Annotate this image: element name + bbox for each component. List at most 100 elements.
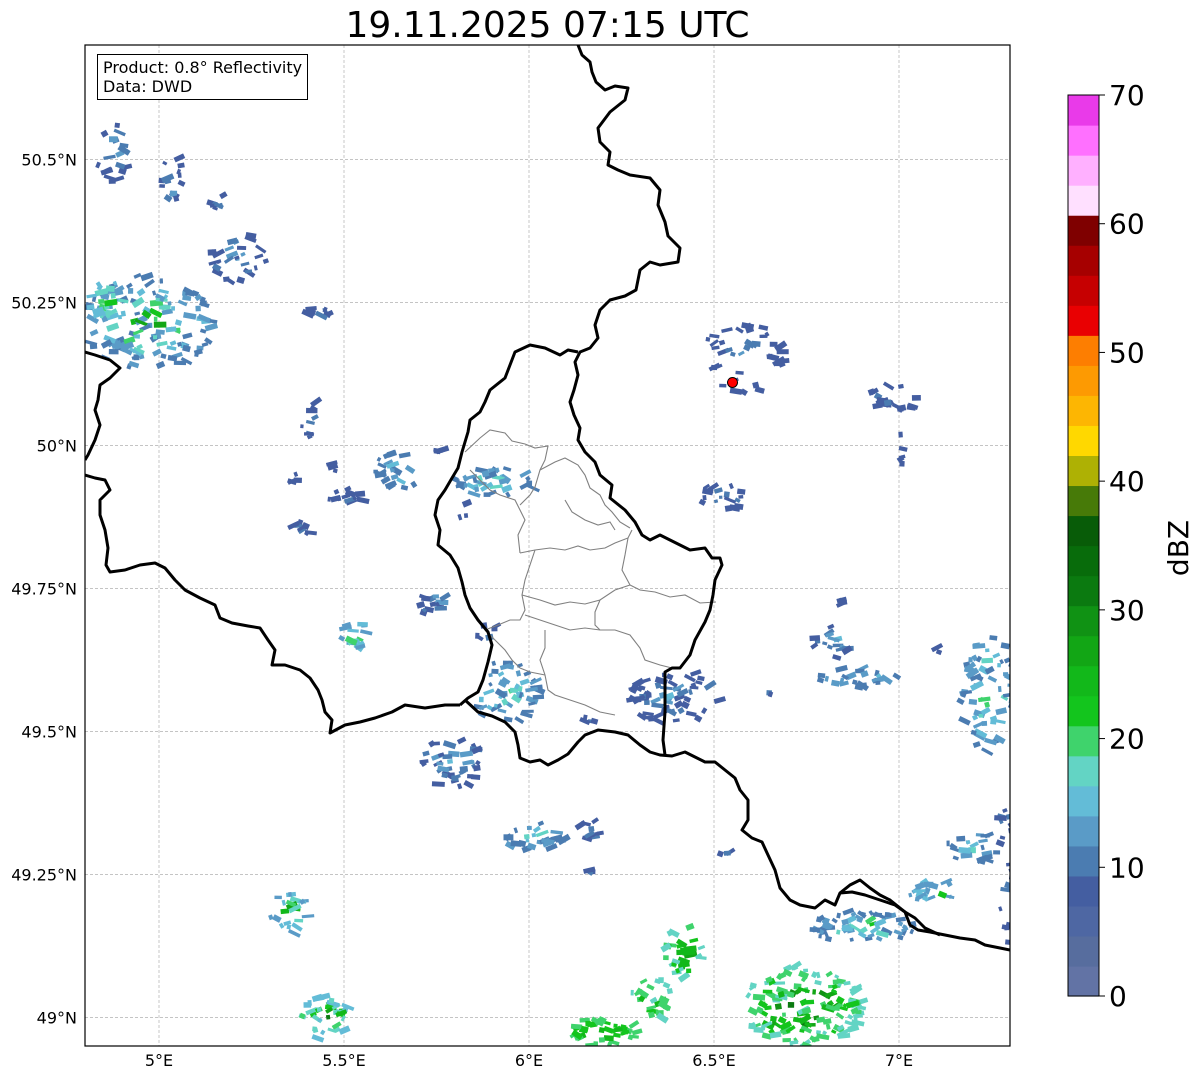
echo-cell — [128, 288, 134, 294]
echo-cell — [802, 999, 815, 1005]
colorbar-segment — [1068, 365, 1099, 396]
colorbar-tick-label: 60 — [1109, 208, 1145, 241]
radar-site-marker[interactable] — [727, 376, 738, 388]
echo-cell — [432, 594, 439, 599]
colorbar-segment — [1068, 815, 1099, 847]
echo-cell — [723, 491, 730, 498]
echo-cell — [686, 968, 692, 974]
colorbar-segment — [1068, 965, 1099, 997]
echo-cell — [968, 657, 973, 663]
echo-cell — [723, 850, 731, 856]
radar-map-figure: 5°E 5.5°E 6°E 6.5°E 7°E 50.5°N 50.25°N 50°N 49.7… — [11, 44, 1195, 1070]
product-text: Product: 0.8° Reflectivity — [103, 58, 303, 77]
colorbar-tick-label: 20 — [1109, 723, 1145, 756]
lon-tick-label: 6.5°E — [692, 1051, 736, 1070]
colorbar-segment — [1068, 245, 1099, 276]
echo-cell — [736, 488, 746, 495]
colorbar-segment — [1068, 605, 1099, 637]
colorbar-segment — [1068, 515, 1099, 547]
echo-cell — [782, 1012, 786, 1017]
echo-cell — [1009, 877, 1010, 886]
echo-cell — [769, 341, 778, 347]
echo-cell — [521, 709, 534, 713]
echo-cell — [787, 1001, 795, 1008]
echo-cell — [77, 324, 83, 329]
echo-cell — [776, 349, 789, 355]
colorbar-segment — [1068, 275, 1099, 306]
colorbar-segment — [1068, 725, 1099, 757]
echo-cell — [1012, 891, 1021, 897]
colorbar-tick-label: 40 — [1109, 465, 1145, 498]
echo-cell — [603, 1035, 614, 1042]
colorbar-segment — [1068, 845, 1099, 877]
echo-cell — [491, 668, 499, 674]
echo-cell — [1004, 939, 1010, 946]
colorbar-segment — [1068, 695, 1099, 727]
echo-cell — [325, 1014, 331, 1020]
echo-cell — [207, 249, 217, 256]
echo-cell — [307, 999, 312, 1006]
colorbar-tick-label: 50 — [1109, 336, 1145, 369]
echo-cell — [994, 815, 1007, 821]
echo-cell — [738, 494, 744, 499]
colorbar-segment — [1068, 485, 1099, 517]
lat-tick-label: 50.25°N — [11, 293, 77, 312]
echo-cell — [803, 968, 809, 973]
echo-cell — [818, 934, 822, 939]
echo-cell — [1011, 711, 1021, 718]
echo-cell — [195, 305, 201, 312]
echo-cell — [463, 482, 468, 488]
echo-cell — [294, 918, 304, 923]
echo-cell — [570, 1023, 583, 1030]
echo-cell — [898, 431, 903, 438]
echo-cell — [312, 1026, 317, 1032]
echo-cell — [981, 657, 994, 664]
echo-cell — [1012, 696, 1019, 702]
echo-cell — [809, 635, 821, 642]
echo-cell — [493, 703, 498, 708]
echo-cell — [327, 496, 332, 502]
echo-cell — [300, 424, 304, 429]
echo-cell — [274, 895, 282, 900]
echo-cell — [526, 825, 532, 830]
echo-cell — [997, 686, 1002, 693]
colorbar-segment — [1068, 125, 1099, 156]
echo-cell — [110, 292, 116, 299]
echo-cell — [911, 394, 921, 401]
echo-cell — [316, 1007, 322, 1012]
lat-tick-label: 49.75°N — [11, 579, 77, 598]
echo-cell — [109, 136, 118, 143]
echo-cell — [293, 477, 302, 483]
colorbar-segment — [1068, 455, 1099, 487]
echo-cell — [774, 1003, 782, 1010]
echo-cell — [1012, 712, 1017, 717]
data-source-text: Data: DWD — [103, 77, 193, 96]
colorbar-segment — [1068, 875, 1099, 907]
colorbar-segment — [1068, 575, 1099, 607]
echo-cell — [719, 383, 727, 388]
echo-cell — [630, 989, 634, 996]
echo-cell — [884, 912, 892, 918]
echo-cell — [463, 513, 469, 518]
colorbar-segment — [1068, 215, 1099, 246]
colorbar-tick-label: 30 — [1109, 594, 1145, 627]
echo-cell — [981, 720, 988, 726]
echo-cell — [719, 495, 723, 499]
echo-cell — [680, 947, 687, 954]
echo-cell — [883, 399, 892, 407]
echo-cell — [1008, 697, 1010, 704]
echo-cell — [114, 122, 121, 129]
echo-cell — [159, 184, 165, 188]
echo-cell — [646, 692, 652, 698]
colorbar-segment — [1068, 305, 1099, 336]
echo-cell — [705, 336, 711, 342]
echo-cell — [968, 698, 978, 706]
echo-cell — [958, 847, 971, 854]
echo-cell — [989, 635, 998, 641]
echo-cell — [105, 285, 115, 293]
echo-cell — [598, 1037, 605, 1043]
echo-cell — [1010, 677, 1019, 684]
echo-cell — [108, 349, 119, 355]
echo-cell — [467, 774, 474, 779]
echo-cell — [588, 826, 595, 832]
